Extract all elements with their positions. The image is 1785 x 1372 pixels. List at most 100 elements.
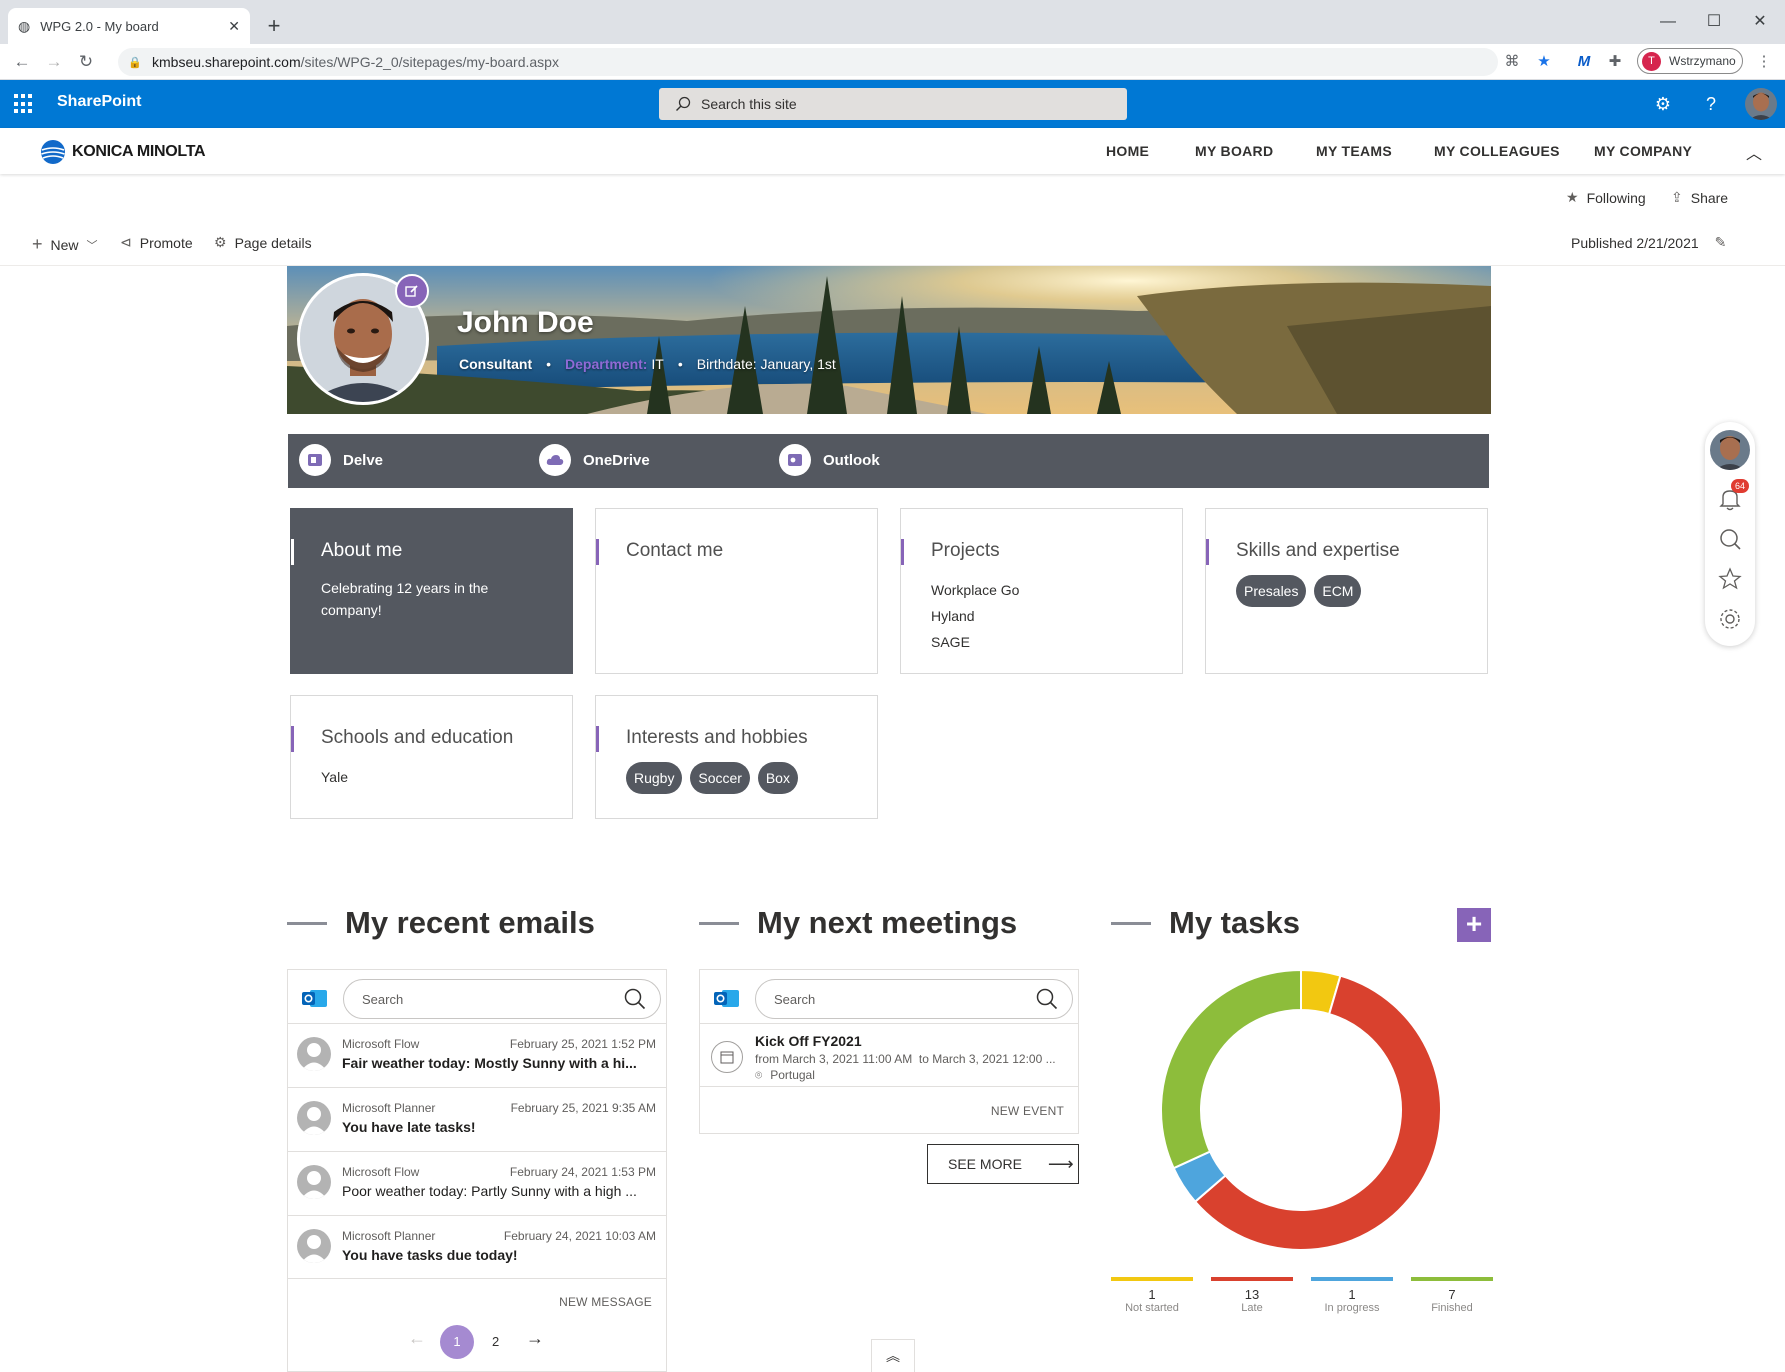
- new-message-link[interactable]: NEW MESSAGE: [559, 1295, 652, 1309]
- back-button[interactable]: ←: [10, 50, 34, 74]
- edit-pencil-icon[interactable]: ✎: [1715, 234, 1727, 251]
- following-button[interactable]: ★ Following: [1566, 189, 1646, 206]
- add-task-button[interactable]: +: [1457, 908, 1491, 942]
- collapse-nav-chevron-up-icon[interactable]: ︿: [1746, 140, 1762, 164]
- minimize-window-button[interactable]: —: [1656, 10, 1680, 34]
- nav-my-company[interactable]: MY COMPANY: [1594, 143, 1692, 159]
- new-event-link[interactable]: NEW EVENT: [991, 1104, 1064, 1118]
- close-tab-icon[interactable]: ✕: [228, 18, 240, 35]
- translate-icon[interactable]: ⌘: [1500, 50, 1524, 74]
- search-icon[interactable]: [1716, 525, 1744, 553]
- interest-tag[interactable]: Box: [757, 762, 798, 794]
- close-window-button[interactable]: ✕: [1748, 10, 1772, 34]
- reload-button[interactable]: ↻: [74, 50, 98, 74]
- page-details-button[interactable]: ⚙ Page details: [214, 234, 312, 251]
- delve-link[interactable]: Delve: [299, 444, 383, 476]
- user-avatar[interactable]: [1745, 88, 1777, 120]
- email-item[interactable]: Microsoft Planner February 24, 2021 10:0…: [288, 1215, 666, 1279]
- interests-title: Interests and hobbies: [626, 727, 808, 748]
- konica-minolta-logo[interactable]: KONICA MINOLTA: [40, 139, 206, 165]
- extension-m-icon[interactable]: M: [1572, 50, 1596, 74]
- skill-tag[interactable]: ECM: [1314, 575, 1362, 607]
- page-button-current[interactable]: 1: [440, 1325, 474, 1359]
- new-button[interactable]: + New ﹀: [32, 234, 98, 255]
- bookmark-star-icon[interactable]: ★: [1532, 50, 1556, 74]
- meeting-item[interactable]: Kick Off FY2021 from March 3, 2021 11:00…: [700, 1023, 1078, 1087]
- search-icon[interactable]: [1036, 988, 1058, 1010]
- extensions-puzzle-icon[interactable]: ✚: [1603, 50, 1627, 74]
- address-bar[interactable]: 🔒 kmbseu.sharepoint.com/sites/WPG-2_0/si…: [118, 48, 1498, 76]
- gear-icon: ⚙: [214, 234, 227, 250]
- see-more-label: SEE MORE: [948, 1156, 1022, 1172]
- search-icon[interactable]: [624, 988, 646, 1010]
- edit-profile-button[interactable]: [395, 274, 429, 308]
- skill-tag[interactable]: Presales: [1236, 575, 1307, 607]
- legend-value: 1: [1348, 1287, 1356, 1302]
- help-icon[interactable]: ?: [1699, 92, 1723, 116]
- email-search-input[interactable]: Search: [343, 979, 661, 1019]
- promote-label: Promote: [139, 234, 193, 251]
- browser-profile-button[interactable]: T Wstrzymano: [1637, 48, 1743, 74]
- forward-button[interactable]: →: [42, 50, 66, 74]
- meeting-search-input[interactable]: Search: [755, 979, 1073, 1019]
- card-accent-bar: [291, 726, 294, 752]
- email-subject: Poor weather today: Partly Sunny with a …: [342, 1183, 637, 1199]
- see-more-button[interactable]: SEE MORE ⟶: [927, 1144, 1079, 1184]
- app-launcher-icon[interactable]: [14, 94, 34, 114]
- nav-my-board[interactable]: MY BOARD: [1195, 143, 1273, 159]
- page-button[interactable]: 2: [492, 1334, 499, 1349]
- interests-tags: Rugby Soccer Box: [626, 762, 802, 794]
- delve-label: Delve: [343, 451, 384, 469]
- share-icon: ⇪: [1671, 189, 1683, 205]
- site-search-placeholder: Search this site: [701, 96, 797, 112]
- rail-user-avatar[interactable]: [1710, 430, 1750, 470]
- nav-my-colleagues[interactable]: MY COLLEAGUES: [1434, 143, 1560, 159]
- schools-card: Schools and education Yale: [290, 695, 573, 819]
- new-label: New: [50, 236, 79, 253]
- skills-card: Skills and expertise Presales ECM: [1205, 508, 1488, 674]
- legend-not-started: 1 Not started: [1111, 1277, 1193, 1314]
- chevron-down-icon: ﹀: [86, 239, 98, 252]
- sharepoint-title[interactable]: SharePoint: [57, 93, 141, 111]
- site-search-box[interactable]: Search this site: [659, 88, 1127, 120]
- quick-apps-bar: [288, 434, 1489, 488]
- favorites-star-icon[interactable]: [1716, 565, 1744, 593]
- settings-gear-icon[interactable]: [1716, 605, 1744, 633]
- email-date: February 25, 2021 1:52 PM: [509, 1037, 656, 1051]
- outlook-icon: [779, 444, 811, 476]
- nav-home[interactable]: HOME: [1106, 143, 1149, 159]
- outlook-link[interactable]: Outlook: [779, 444, 880, 476]
- browser-menu-icon[interactable]: ⋮: [1752, 50, 1776, 74]
- email-date: February 24, 2021 1:53 PM: [509, 1165, 656, 1179]
- emails-heading: My recent emails: [345, 905, 595, 940]
- legend-swatch: [1411, 1277, 1493, 1281]
- interest-tag[interactable]: Soccer: [690, 762, 750, 794]
- settings-gear-icon[interactable]: ⚙: [1651, 92, 1675, 116]
- prev-page-arrow-icon[interactable]: ←: [408, 1328, 426, 1349]
- profile-department: Department: IT: [565, 356, 664, 372]
- heading-rule: [1111, 921, 1151, 925]
- interest-tag[interactable]: Rugby: [626, 762, 683, 794]
- new-tab-button[interactable]: +: [262, 14, 286, 38]
- maximize-window-button[interactable]: ☐: [1702, 10, 1726, 34]
- outlook-label: Outlook: [823, 451, 880, 469]
- meetings-heading: My next meetings: [757, 905, 1018, 940]
- next-page-arrow-icon[interactable]: →: [526, 1328, 544, 1349]
- meetings-section-heading: My next meetings: [699, 905, 1017, 941]
- globe-icon: ◍: [18, 17, 31, 34]
- share-button[interactable]: ⇪ Share: [1671, 189, 1728, 206]
- legend-label: Not started: [1125, 1302, 1179, 1314]
- meeting-location: ⌾ Portugal: [755, 1068, 815, 1083]
- email-item[interactable]: Microsoft Planner February 25, 2021 9:35…: [288, 1087, 666, 1151]
- nav-my-teams[interactable]: MY TEAMS: [1316, 143, 1392, 159]
- email-item[interactable]: Microsoft Flow February 25, 2021 1:52 PM…: [288, 1023, 666, 1087]
- donut-slice-finished[interactable]: [1160, 968, 1302, 1170]
- email-date: February 24, 2021 10:03 AM: [503, 1229, 656, 1243]
- emails-section-heading: My recent emails: [287, 905, 595, 941]
- email-item[interactable]: Microsoft Flow February 24, 2021 1:53 PM…: [288, 1151, 666, 1215]
- onedrive-link[interactable]: OneDrive: [539, 444, 650, 476]
- promote-button[interactable]: ⊲ Promote: [120, 234, 193, 251]
- browser-tab[interactable]: ◍ WPG 2.0 - My board ✕: [8, 8, 250, 44]
- scroll-to-top-button[interactable]: ︽: [871, 1339, 915, 1372]
- published-status: Published 2/21/2021 ✎: [1571, 234, 1726, 251]
